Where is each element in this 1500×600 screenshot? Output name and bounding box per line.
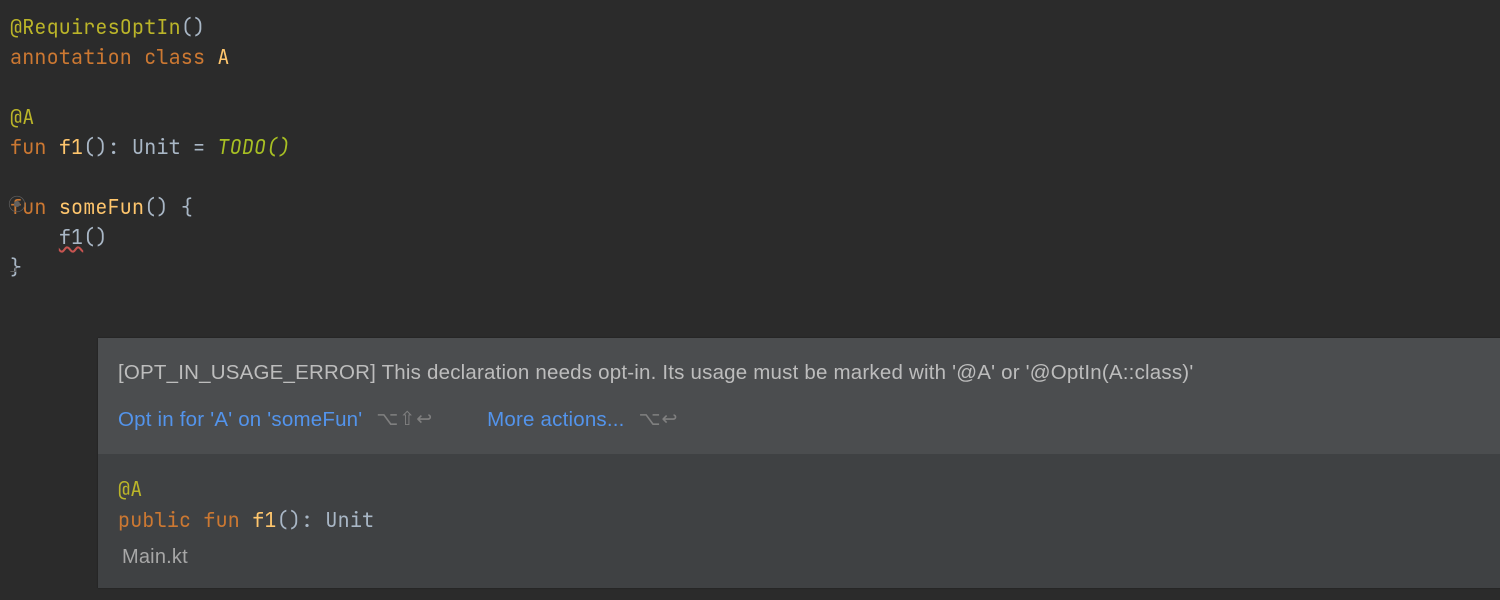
popup-actions-row: Opt in for 'A' on 'someFun' ⌥⇧↩ More act… [98,393,1500,454]
code-line[interactable]: f1() [10,222,1500,252]
indent [10,224,59,250]
gutter-icon: ⌟ [8,252,19,279]
keyword: class [144,44,217,70]
identifier: f1 [252,507,276,533]
error-call[interactable]: f1 [59,224,83,250]
error-message: [OPT_IN_USAGE_ERROR] This declaration ne… [98,338,1500,393]
parens: () [83,224,107,250]
todo-call: TODO() [217,134,290,160]
signature: (): Unit = [83,134,217,160]
quickfix-shortcut: ⌥⇧↩ [376,406,433,435]
keyword: fun [203,507,252,533]
code-editor[interactable]: @RequiresOptIn() annotation class A @A f… [0,0,1500,282]
inspection-popup: [OPT_IN_USAGE_ERROR] This declaration ne… [98,338,1500,588]
doc-line: @A [118,474,1480,505]
gutter-icon: ⦿ [8,192,26,219]
quick-doc: @A public fun f1(): Unit [98,454,1500,542]
identifier: someFun [59,194,144,220]
signature: (): Unit [277,507,375,533]
code-line[interactable]: fun f1(): Unit = TODO() [10,132,1500,162]
keyword: fun [10,134,59,160]
code-line[interactable]: annotation class A [10,42,1500,72]
signature: () { [144,194,193,220]
code-line[interactable]: @A [10,102,1500,132]
identifier: f1 [59,134,83,160]
doc-file-label: Main.kt [98,542,1500,588]
doc-line: public fun f1(): Unit [118,505,1480,536]
quickfix-link[interactable]: Opt in for 'A' on 'someFun' [118,405,362,436]
annotation: @A [118,476,142,502]
code-line[interactable]: @RequiresOptIn() [10,12,1500,42]
more-actions-shortcut: ⌥↩ [639,406,679,435]
code-line-empty[interactable] [10,72,1500,102]
annotation: @A [10,104,34,130]
code-line-empty[interactable] [10,162,1500,192]
annotation: @RequiresOptIn [10,14,181,40]
code-line[interactable]: ⌟} [10,252,1500,282]
parens: () [181,14,205,40]
code-line[interactable]: ⦿fun someFun() { [10,192,1500,222]
identifier: A [217,44,229,70]
more-actions-link[interactable]: More actions... [487,405,624,436]
keyword: annotation [10,44,144,70]
keyword: public [118,507,203,533]
